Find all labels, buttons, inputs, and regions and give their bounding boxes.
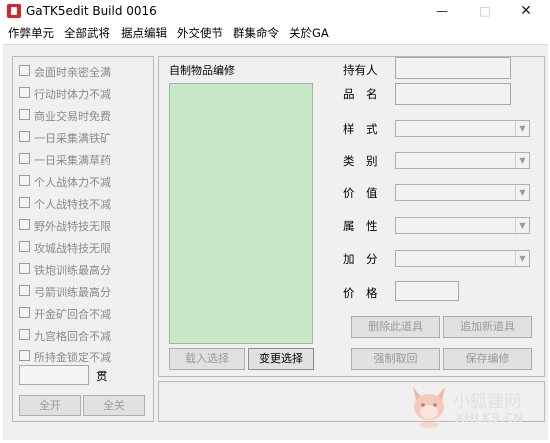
cheat-label: 野外战特技无限 — [34, 220, 111, 233]
checkbox-box[interactable] — [19, 329, 30, 340]
gold-unit-label: 贯 — [96, 369, 108, 383]
chevron-down-icon[interactable]: ▼ — [515, 251, 529, 266]
delete-item-button[interactable]: 删除此道具 — [351, 316, 440, 338]
menu-cheat-unit[interactable]: 作弊单元 — [8, 25, 54, 41]
cheat-panel: 会面时亲密全满 行动时体力不减 商业交易时免费 一日采集满铁矿 一日采集满草药 … — [12, 56, 154, 422]
cheat-label: 个人战体力不减 — [34, 176, 111, 189]
cheat-label: 一日采集满铁矿 — [34, 132, 111, 145]
cheat-label: 行动时体力不减 — [34, 88, 111, 101]
menu-bar: 作弊单元 全部武将 据点编辑 外交使节 群集命令 关於GA — [0, 22, 550, 42]
chevron-down-icon[interactable]: ▼ — [515, 153, 529, 168]
checkbox-box[interactable] — [19, 219, 30, 230]
item-listbox[interactable] — [169, 83, 313, 344]
app-icon — [7, 4, 21, 18]
menu-all-generals[interactable]: 全部武将 — [64, 25, 110, 41]
watermark-subtext: XHLKS.CN — [455, 411, 524, 425]
checkbox-box[interactable] — [19, 285, 30, 296]
checkbox-box[interactable] — [19, 131, 30, 142]
gold-amount-input[interactable] — [19, 365, 89, 385]
checkbox-box[interactable] — [19, 65, 30, 76]
cheat-label: 九宫格回合不减 — [34, 330, 111, 343]
attribute-combo[interactable]: ▼ — [395, 217, 530, 234]
save-edit-button[interactable]: 保存编修 — [443, 348, 532, 370]
cheat-label: 铁炮训练最高分 — [34, 264, 111, 277]
name-field[interactable] — [395, 83, 511, 105]
cheat-label: 个人战特技不减 — [34, 198, 111, 211]
force-cancel-button[interactable]: 强制取回 — [351, 348, 440, 370]
cheat-label: 一日采集满草药 — [34, 154, 111, 167]
cheat-label: 攻城战特技无限 — [34, 242, 111, 255]
holder-label: 持有人 — [343, 63, 378, 77]
close-button[interactable]: ✕ — [511, 2, 541, 20]
style-label: 样 式 — [343, 122, 378, 136]
chevron-down-icon[interactable]: ▼ — [515, 218, 529, 233]
bonus-label: 加 分 — [343, 252, 378, 266]
checkbox-box[interactable] — [19, 109, 30, 120]
item-editor-panel: 自制物品编修 载入选择 变更选择 持有人 品 名 样 式 ▼ 类 别 ▼ 价 值… — [158, 56, 545, 377]
cheat-label: 商业交易时免费 — [34, 110, 111, 123]
cheat-label: 弓箭训练最高分 — [34, 286, 111, 299]
change-selection-button[interactable]: 变更选择 — [248, 348, 314, 370]
holder-field[interactable] — [395, 57, 511, 79]
value-combo[interactable]: ▼ — [395, 184, 530, 201]
checkbox-box[interactable] — [19, 350, 30, 361]
checkbox-box[interactable] — [19, 263, 30, 274]
cheat-label: 会面时亲密全满 — [34, 66, 111, 79]
watermark-text: 小狐狸网 — [453, 392, 521, 412]
checkbox-box[interactable] — [19, 197, 30, 208]
checkbox-box[interactable] — [19, 153, 30, 164]
category-label: 类 别 — [343, 154, 378, 168]
checkbox-box[interactable] — [19, 241, 30, 252]
checkbox-box[interactable] — [19, 87, 30, 98]
checkbox-box[interactable] — [19, 307, 30, 318]
value-label: 价 值 — [343, 186, 378, 200]
watermark: 小狐狸网 XHLKS.CN — [403, 375, 545, 439]
attribute-label: 属 性 — [343, 219, 378, 233]
name-label: 品 名 — [343, 87, 378, 101]
menu-diplomacy[interactable]: 外交使节 — [177, 25, 223, 41]
price-field[interactable] — [395, 281, 459, 301]
title-bar: GaTK5edit Build 0016 — □ ✕ — [0, 0, 550, 22]
load-selection-button[interactable]: 载入选择 — [169, 348, 245, 370]
menu-base-edit[interactable]: 据点编辑 — [121, 25, 167, 41]
cheat-label: 开金矿回合不减 — [34, 308, 111, 321]
menu-about[interactable]: 关於GA — [289, 25, 329, 41]
bonus-combo[interactable]: ▼ — [395, 250, 530, 267]
style-combo[interactable]: ▼ — [395, 120, 530, 137]
category-combo[interactable]: ▼ — [395, 152, 530, 169]
fox-logo-icon — [413, 387, 445, 428]
price-label: 价 格 — [343, 286, 378, 300]
minimize-button[interactable]: — — [427, 2, 457, 20]
all-on-button[interactable]: 全开 — [19, 395, 81, 416]
menu-group-command[interactable]: 群集命令 — [233, 25, 279, 41]
all-off-button[interactable]: 全关 — [83, 395, 145, 416]
maximize-button[interactable]: □ — [470, 2, 500, 20]
chevron-down-icon[interactable]: ▼ — [515, 185, 529, 200]
chevron-down-icon[interactable]: ▼ — [515, 121, 529, 136]
checkbox-box[interactable] — [19, 175, 30, 186]
cheat-label: 所持金锁定不减 — [34, 351, 111, 364]
window-title: GaTK5edit Build 0016 — [26, 4, 157, 18]
item-editor-title: 自制物品编修 — [169, 64, 235, 77]
add-item-button[interactable]: 追加新道具 — [443, 316, 532, 338]
